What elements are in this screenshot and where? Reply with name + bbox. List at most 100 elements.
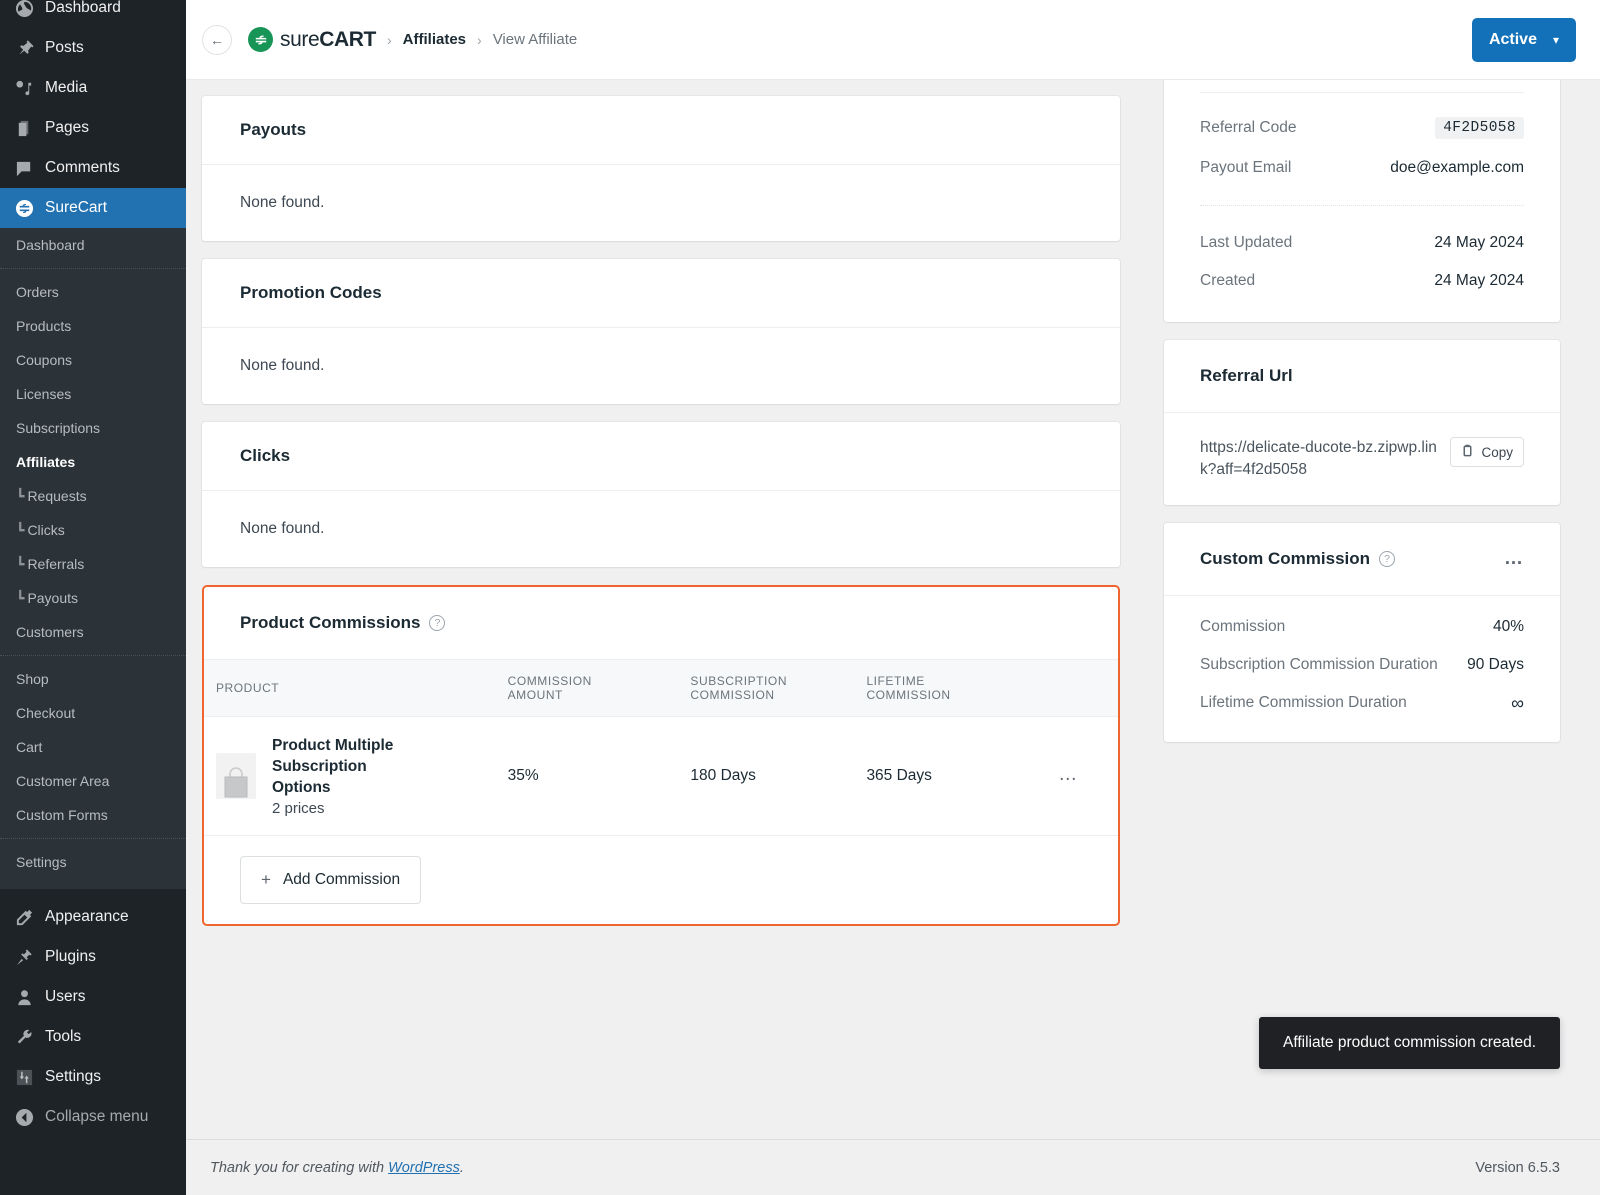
sidebar-subitem-checkout[interactable]: Checkout [0,696,186,730]
custom-commission-title: Custom Commission [1200,549,1370,569]
add-commission-label: Add Commission [283,871,400,889]
tools-icon [14,1027,35,1048]
sidebar-subitem-customer-area[interactable]: Customer Area [0,764,186,798]
sidebar-subitem-orders[interactable]: Orders [0,275,186,309]
page-topbar: ← sureCART › Affiliates › View Affiliate… [186,0,1600,80]
created-row: Created 24 May 2024 [1164,262,1560,300]
table-row[interactable]: Product Multiple Subscription Options 2 … [204,717,1118,836]
toast-notification: Affiliate product commission created. [1259,1017,1560,1069]
subscription-commission-duration-row: Subscription Commission Duration 90 Days [1164,646,1560,684]
column-header-lifetime-commission: LIFETIME COMMISSION [858,660,1050,717]
tree-branch-icon: ┗ [16,590,24,606]
chevron-right-icon: › [477,32,482,48]
collapse-menu-button[interactable]: Collapse menu [0,1097,186,1137]
sidebar-subitem-subscriptions[interactable]: Subscriptions [0,411,186,445]
last-updated-value: 24 May 2024 [1434,234,1524,252]
sidebar-subitem-label: Requests [27,488,86,504]
brand-wordmark: sureCART [280,28,376,52]
sidebar-item-label: Appearance [45,906,129,928]
lifetime-commission-duration-value: ∞ [1511,697,1524,709]
sidebar-item-dashboard[interactable]: Dashboard [0,0,186,28]
created-value: 24 May 2024 [1434,272,1524,290]
sidebar-subitem-affiliates[interactable]: Affiliates [0,445,186,479]
sidebar-item-label: Tools [45,1026,81,1048]
lifetime-commission-duration-row: Lifetime Commission Duration ∞ [1164,684,1560,722]
sidebar-subitem-customers[interactable]: Customers [0,615,186,649]
main-region: ← sureCART › Affiliates › View Affiliate… [186,0,1600,1195]
sidebar-item-tools[interactable]: Tools [0,1017,186,1057]
back-button[interactable]: ← [202,25,232,55]
column-header-subscription-commission: SUBSCRIPTION COMMISSION [682,660,858,717]
settings-icon [14,1067,35,1088]
primary-column: Payouts None found. Promotion Codes None… [186,80,1140,1139]
copy-label: Copy [1481,445,1513,460]
sidebar-item-label: Settings [45,1066,101,1088]
pin-icon [14,38,35,59]
sidebar-subitem-dashboard[interactable]: Dashboard [0,228,186,262]
column-header-line1: PRODUCT [216,681,492,695]
sidebar-subitem-cart[interactable]: Cart [0,730,186,764]
pages-icon [14,118,35,139]
breadcrumb-affiliates[interactable]: Affiliates [403,31,466,48]
sidebar-subitem-requests[interactable]: ┗Requests [0,479,186,513]
help-icon[interactable]: ? [429,615,445,631]
wordpress-admin-screen: Dashboard Posts Media Pages Comments [0,0,1600,1195]
referral-url-card: Referral Url https://delicate-ducote-bz.… [1164,340,1560,505]
sidebar-item-plugins[interactable]: Plugins [0,937,186,977]
sidebar-item-media[interactable]: Media [0,68,186,108]
custom-commission-overflow-menu-icon[interactable]: … [1504,554,1524,564]
sidebar-item-appearance[interactable]: Appearance [0,897,186,937]
sidebar-subitem-referrals[interactable]: ┗Referrals [0,547,186,581]
cell-row-actions: … [1050,717,1118,836]
promotion-codes-empty-state: None found. [202,328,1120,404]
sidebar-subitem-custom-forms[interactable]: Custom Forms [0,798,186,832]
sidebar-item-surecart[interactable]: SureCart [0,188,186,228]
sidebar-subitem-label: Clicks [27,522,64,538]
clipboard-icon [1461,444,1474,460]
sidebar-item-posts[interactable]: Posts [0,28,186,68]
sidebar-subitem-shop[interactable]: Shop [0,662,186,696]
plugins-icon [14,947,35,968]
sidebar-subitem-settings[interactable]: Settings [0,845,186,879]
payouts-empty-state: None found. [202,165,1120,241]
breadcrumb-view-affiliate: View Affiliate [493,31,578,48]
sidebar-item-label: Pages [45,117,89,139]
sidebar-item-label: Dashboard [45,0,121,19]
product-text: Product Multiple Subscription Options 2 … [272,735,422,817]
payouts-card-title: Payouts [202,96,1120,165]
sidebar-subitem-licenses[interactable]: Licenses [0,377,186,411]
wordpress-link[interactable]: WordPress [388,1160,460,1176]
chevron-down-icon: ▾ [1553,33,1559,47]
tree-branch-icon: ┗ [16,522,24,538]
copy-referral-url-button[interactable]: Copy [1450,437,1524,467]
column-header-line2: AMOUNT [508,688,675,702]
commissions-footer: + Add Commission [204,836,1118,924]
surecart-brand[interactable]: sureCART [248,27,376,52]
sidebar-item-label: Media [45,77,87,99]
column-header-commission-amount: COMMISSION AMOUNT [500,660,683,717]
chevron-right-icon: › [387,32,392,48]
row-overflow-menu-icon[interactable]: … [1058,770,1078,780]
sidebar-subitem-products[interactable]: Products [0,309,186,343]
help-icon[interactable]: ? [1379,551,1395,567]
brand-suffix: CART [319,28,376,51]
clicks-empty-state: None found. [202,491,1120,567]
sidebar-item-pages[interactable]: Pages [0,108,186,148]
commission-row: Commission 40% [1164,608,1560,646]
details-column: Referral Code 4F2D5058 Payout Email doe@… [1140,80,1600,1139]
sidebar-item-comments[interactable]: Comments [0,148,186,188]
submenu-divider [0,655,186,656]
product-thumbnail-icon [216,753,256,799]
clicks-card-title: Clicks [202,422,1120,491]
sidebar-subitem-clicks[interactable]: ┗Clicks [0,513,186,547]
sidebar-subitem-coupons[interactable]: Coupons [0,343,186,377]
cell-lifetime-commission: 365 Days [858,717,1050,836]
add-commission-button[interactable]: + Add Commission [240,856,421,904]
surecart-logo-icon [248,27,273,52]
status-dropdown-button[interactable]: Active ▾ [1472,18,1576,62]
content-area: Payouts None found. Promotion Codes None… [186,80,1600,1139]
sidebar-item-settings[interactable]: Settings [0,1057,186,1097]
sidebar-subitem-payouts[interactable]: ┗Payouts [0,581,186,615]
sidebar-item-users[interactable]: Users [0,977,186,1017]
sidebar-item-label: Users [45,986,85,1008]
